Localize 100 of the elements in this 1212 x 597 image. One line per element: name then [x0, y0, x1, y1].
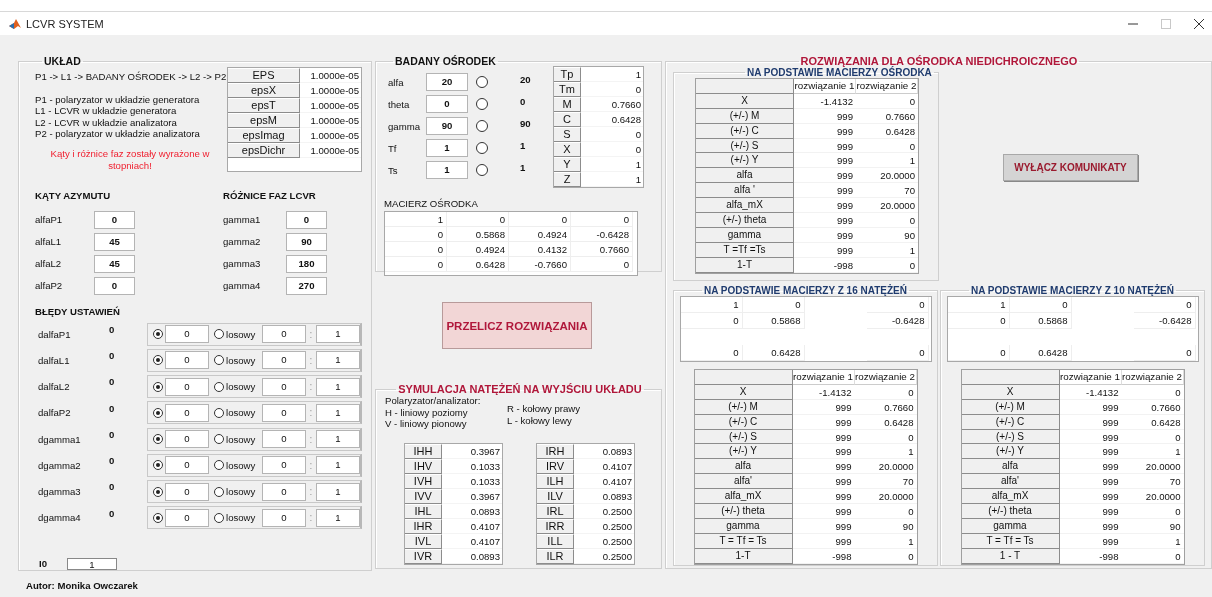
- separator-text: :: [308, 486, 314, 498]
- table-cell: 1: [1121, 444, 1184, 460]
- input-field[interactable]: 1: [426, 161, 468, 179]
- table-cell: 0.7660: [571, 242, 633, 257]
- table-cell: 0: [1133, 297, 1196, 313]
- input-field[interactable]: 0: [165, 508, 209, 527]
- radio-button[interactable]: [214, 329, 224, 340]
- messages-off-button[interactable]: WYŁĄCZ KOMUNIKATY: [1003, 154, 1138, 181]
- input-field[interactable]: 1: [316, 351, 360, 370]
- field-label: I0: [38, 558, 48, 570]
- input-field[interactable]: 0: [165, 325, 209, 344]
- radio-button[interactable]: [153, 355, 163, 366]
- table-cell: 999: [794, 168, 856, 184]
- input-field[interactable]: 0: [262, 482, 306, 501]
- table-cell: 999: [794, 153, 856, 169]
- column-header: rozwiązanie 2: [1121, 370, 1184, 385]
- input-field[interactable]: 20: [426, 73, 468, 91]
- close-icon[interactable]: [1194, 18, 1204, 29]
- radio-button[interactable]: [476, 164, 488, 176]
- radio-button[interactable]: [476, 98, 488, 110]
- radio-button[interactable]: [153, 460, 163, 471]
- radio-button[interactable]: [153, 434, 163, 445]
- input-field[interactable]: 0: [262, 325, 306, 344]
- radio-button[interactable]: [214, 486, 224, 497]
- author-text: Autor: Monika Owczarek: [0, 580, 1212, 597]
- input-field[interactable]: 270: [286, 276, 327, 295]
- field-label: gamma3: [223, 258, 262, 270]
- row-header: epsM: [228, 113, 300, 128]
- separator-text: :: [308, 328, 314, 340]
- input-field[interactable]: 0: [165, 482, 209, 501]
- input-field[interactable]: 0: [426, 95, 468, 113]
- radio-button[interactable]: [214, 434, 224, 445]
- input-field[interactable]: 0: [165, 351, 209, 370]
- radio-label[interactable]: losowy: [226, 328, 262, 340]
- input-field[interactable]: 1: [316, 508, 360, 527]
- input-field[interactable]: 1: [316, 403, 360, 422]
- radio-button[interactable]: [214, 407, 224, 418]
- table-cell: 90: [856, 227, 918, 243]
- input-field[interactable]: 0: [165, 456, 209, 475]
- radio-button[interactable]: [214, 381, 224, 392]
- input-field[interactable]: 1: [316, 430, 360, 449]
- radio-label[interactable]: losowy: [226, 354, 262, 366]
- input-field[interactable]: 1: [316, 377, 360, 396]
- separator-text: :: [308, 381, 314, 393]
- legend-text: H - liniowy poziomy: [385, 406, 469, 419]
- input-field[interactable]: 0: [262, 351, 306, 370]
- input-field[interactable]: 0: [262, 430, 306, 449]
- radio-button[interactable]: [214, 460, 224, 471]
- input-field[interactable]: 1: [426, 139, 468, 157]
- table-cell: 0: [447, 212, 509, 227]
- input-field[interactable]: 90: [286, 232, 327, 251]
- value-text: 0: [109, 455, 116, 467]
- input-field[interactable]: 0: [262, 403, 306, 422]
- table-cell: 0.6428: [1121, 414, 1184, 430]
- table-cell: 1: [680, 297, 743, 313]
- separator-text: :: [308, 407, 314, 419]
- radio-label[interactable]: losowy: [226, 512, 262, 524]
- radio-label[interactable]: losowy: [226, 433, 262, 445]
- input-field[interactable]: 1: [316, 456, 360, 475]
- input-field[interactable]: 0: [165, 430, 209, 449]
- table-cell: 0.6428: [447, 257, 509, 272]
- table-cell: 1: [854, 444, 917, 460]
- radio-label[interactable]: losowy: [226, 381, 262, 393]
- input-field[interactable]: 1: [316, 482, 360, 501]
- table-cell: 1: [1121, 533, 1184, 549]
- table-cell: -1.4132: [1059, 384, 1122, 400]
- input-field[interactable]: 1: [67, 557, 117, 570]
- radio-button[interactable]: [214, 355, 224, 366]
- input-field[interactable]: 0: [286, 210, 327, 229]
- value-text: 0: [109, 507, 116, 519]
- radio-button[interactable]: [476, 142, 488, 154]
- radio-label[interactable]: losowy: [226, 407, 262, 419]
- field-label: Ts: [387, 164, 399, 176]
- input-field[interactable]: 0: [262, 456, 306, 475]
- input-field[interactable]: 45: [94, 254, 135, 273]
- radio-button[interactable]: [153, 486, 163, 497]
- legend-text: L1 - LCVR w układzie generatora: [35, 105, 178, 117]
- table-cell: 999: [792, 399, 855, 415]
- row-header: alfa_mX: [696, 198, 794, 213]
- input-field[interactable]: 180: [286, 254, 327, 273]
- input-field[interactable]: 90: [426, 117, 468, 135]
- recalculate-button[interactable]: PRZELICZ ROZWIĄZANIA: [442, 302, 592, 349]
- input-field[interactable]: 0: [165, 377, 209, 396]
- radio-button[interactable]: [153, 407, 163, 418]
- radio-button[interactable]: [153, 381, 163, 392]
- radio-label[interactable]: losowy: [226, 459, 262, 471]
- radio-button[interactable]: [476, 120, 488, 132]
- input-field[interactable]: 45: [94, 232, 135, 251]
- input-field[interactable]: 0: [262, 508, 306, 527]
- input-field[interactable]: 0: [94, 210, 135, 229]
- radio-button[interactable]: [153, 329, 163, 340]
- input-field[interactable]: 1: [316, 325, 360, 344]
- radio-button[interactable]: [153, 512, 163, 523]
- table-cell: 1.0000e-05: [300, 143, 361, 158]
- radio-label[interactable]: losowy: [226, 486, 262, 498]
- input-field[interactable]: 0: [165, 403, 209, 422]
- input-field[interactable]: 0: [262, 377, 306, 396]
- input-field[interactable]: 0: [94, 276, 135, 295]
- radio-button[interactable]: [214, 512, 224, 523]
- radio-button[interactable]: [476, 76, 488, 88]
